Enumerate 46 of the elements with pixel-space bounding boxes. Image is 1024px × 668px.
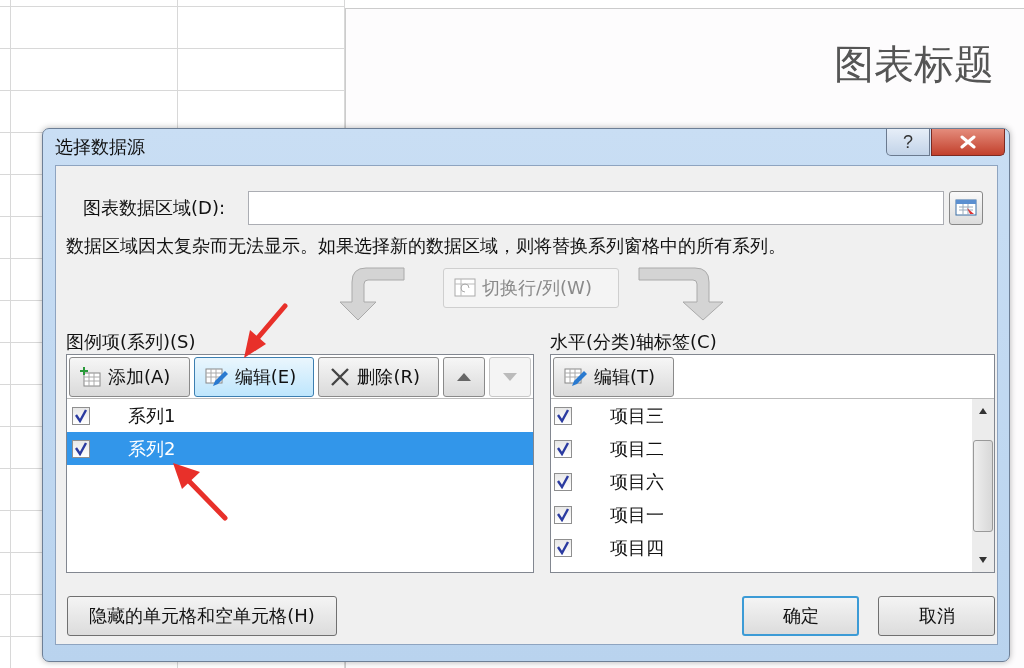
add-table-icon bbox=[80, 367, 102, 387]
scrollbar-thumb[interactable] bbox=[973, 439, 993, 532]
checkbox[interactable] bbox=[554, 406, 572, 425]
range-picker-button[interactable] bbox=[949, 191, 983, 225]
close-button[interactable] bbox=[931, 129, 1005, 156]
down-triangle-icon bbox=[502, 372, 519, 382]
axis-label-item[interactable]: 项目一 bbox=[551, 498, 972, 531]
add-button[interactable]: 添加(A) bbox=[69, 357, 190, 397]
edit-button[interactable]: 编辑(T) bbox=[553, 357, 674, 397]
table-range-icon bbox=[955, 198, 977, 218]
help-button[interactable]: ? bbox=[886, 129, 930, 156]
checkbox[interactable] bbox=[554, 472, 572, 491]
hidden-cells-button[interactable]: 隐藏的单元格和空单元格(H) bbox=[67, 596, 337, 636]
checkbox[interactable] bbox=[554, 439, 572, 458]
cross-icon bbox=[329, 367, 352, 387]
delete-button[interactable]: 删除(R) bbox=[318, 357, 440, 397]
scroll-up-icon[interactable] bbox=[978, 407, 988, 415]
annotation-arrow bbox=[244, 303, 288, 358]
axis-label-item[interactable]: 项目三 bbox=[551, 399, 972, 432]
legend-entries-label: 图例项(系列)(S) bbox=[66, 330, 197, 354]
switch-table-icon bbox=[454, 278, 476, 298]
window-title: 选择数据源 bbox=[55, 135, 145, 159]
checkbox[interactable] bbox=[72, 406, 90, 425]
axis-labels-label: 水平(分类)轴标签(C) bbox=[550, 330, 718, 354]
info-message: 数据区域因太复杂而无法显示。如果选择新的数据区域，则将替换系列窗格中的所有系列。 bbox=[66, 234, 787, 258]
axis-label-item[interactable]: 项目六 bbox=[551, 465, 972, 498]
close-icon bbox=[959, 135, 977, 149]
table-pencil-icon bbox=[204, 367, 229, 387]
checkbox[interactable] bbox=[72, 439, 90, 458]
ok-button[interactable]: 确定 bbox=[742, 596, 859, 636]
up-triangle-icon bbox=[456, 372, 473, 382]
cancel-button[interactable]: 取消 bbox=[878, 596, 995, 636]
data-range-field[interactable] bbox=[248, 191, 944, 225]
checkbox[interactable] bbox=[554, 538, 572, 557]
checkbox[interactable] bbox=[554, 505, 572, 524]
move-up-button[interactable] bbox=[443, 357, 486, 397]
table-pencil-icon bbox=[564, 367, 588, 387]
annotation-arrow bbox=[173, 463, 228, 521]
scroll-down-icon[interactable] bbox=[978, 556, 988, 564]
chart-title: 图表标题 bbox=[834, 40, 994, 89]
axis-label-item[interactable]: 项目二 bbox=[551, 432, 972, 465]
axis-label-item[interactable]: 项目四 bbox=[551, 531, 972, 564]
data-range-label: 图表数据区域(D): bbox=[83, 196, 226, 220]
edit-button[interactable]: 编辑(E) bbox=[193, 357, 315, 397]
series-list-item[interactable]: 系列1 bbox=[67, 399, 533, 432]
scrollbar[interactable] bbox=[972, 399, 994, 572]
